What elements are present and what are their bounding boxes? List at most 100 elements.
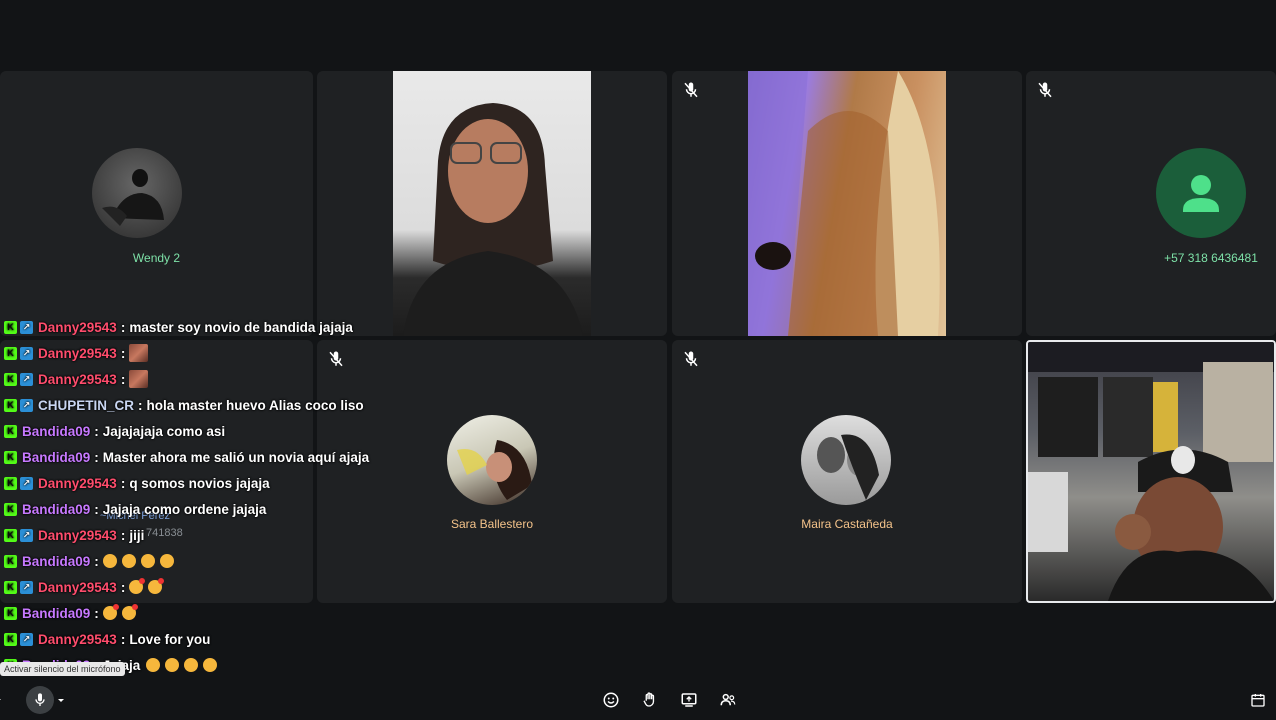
microphone-icon bbox=[35, 693, 45, 706]
person-silhouette-icon bbox=[102, 169, 164, 226]
raise-hand-button[interactable] bbox=[636, 686, 664, 714]
kick-badge-icon: K bbox=[4, 320, 17, 334]
participant-tile-video-2[interactable] bbox=[672, 71, 1022, 336]
kick-badge-icon: K bbox=[4, 424, 17, 438]
avatar-maira bbox=[801, 415, 891, 505]
chat-text: q somos novios jajaja bbox=[129, 475, 270, 491]
chevron-down-icon bbox=[0, 699, 1, 700]
mic-tooltip: Activar silencio del micrófono bbox=[0, 662, 125, 676]
chat-separator: : bbox=[94, 501, 99, 517]
chat-message: K Bandida09: Jajajajaja como asi bbox=[4, 418, 384, 444]
chat-username[interactable]: Bandida09 bbox=[22, 424, 90, 439]
chat-text: Love for you bbox=[129, 631, 211, 647]
kick-badge-icon: K bbox=[4, 606, 17, 620]
chat-message: K ↗ Danny29543: master soy novio de bandida… bbox=[4, 314, 384, 340]
participant-tile-wendy[interactable]: Wendy 2 bbox=[0, 71, 313, 336]
mic-off-icon bbox=[684, 351, 698, 367]
chat-username[interactable]: CHUPETIN_CR bbox=[38, 398, 134, 413]
chat-text: Jajajajaja como asi bbox=[102, 423, 226, 439]
boost-badge-icon: ↗ bbox=[20, 320, 33, 334]
present-screen-button[interactable] bbox=[675, 686, 703, 714]
laugh-emoji-icon bbox=[146, 658, 161, 672]
boost-badge-icon: ↗ bbox=[20, 346, 33, 360]
chat-username[interactable]: Danny29543 bbox=[38, 580, 117, 595]
chat-message: K ↗ Danny29543: q somos novios jajaja bbox=[4, 470, 384, 496]
chat-text: hola master huevo Alias coco liso bbox=[146, 397, 364, 413]
participant-tile-video-1[interactable] bbox=[317, 71, 667, 336]
chat-separator: : bbox=[94, 449, 99, 465]
chat-username[interactable]: Bandida09 bbox=[22, 554, 90, 569]
laugh-emoji-icon bbox=[165, 658, 180, 672]
avatar-wendy bbox=[92, 148, 182, 238]
kick-badge-icon: K bbox=[4, 580, 17, 594]
heart-emoji-icon bbox=[140, 554, 155, 568]
chat-separator: : bbox=[120, 345, 126, 361]
chat-message: K ↗ Danny29543: bbox=[4, 340, 384, 366]
chat-separator: : bbox=[94, 423, 99, 439]
boost-badge-icon: ↗ bbox=[20, 476, 33, 490]
chat-separator: : bbox=[120, 319, 126, 335]
kiss-emoji-icon bbox=[129, 578, 146, 594]
participants-button[interactable] bbox=[714, 686, 742, 714]
chat-separator: : bbox=[120, 371, 126, 387]
chat-separator: : bbox=[138, 397, 143, 413]
chat-message: K Bandida09: Jajaja como ordene jajaja bbox=[4, 496, 384, 522]
self-view-video[interactable] bbox=[1026, 340, 1276, 603]
kiss-emoji-icon bbox=[121, 604, 138, 620]
chat-sticker-image bbox=[129, 370, 149, 388]
calendar-icon bbox=[1251, 694, 1265, 707]
kick-badge-icon: K bbox=[4, 502, 17, 516]
mic-button[interactable] bbox=[26, 686, 54, 714]
chat-username[interactable]: Bandida09 bbox=[22, 450, 90, 465]
chat-username[interactable]: Danny29543 bbox=[38, 476, 117, 491]
kick-badge-icon: K bbox=[4, 632, 17, 646]
heart-emoji-icon bbox=[102, 554, 117, 568]
chat-text: Jajaja como ordene jajaja bbox=[102, 501, 267, 517]
chat-username[interactable]: Bandida09 bbox=[22, 502, 90, 517]
kick-badge-icon: K bbox=[4, 554, 17, 568]
participant-name-wendy: Wendy 2 bbox=[132, 251, 181, 265]
screen-share-icon bbox=[681, 693, 697, 707]
chat-username[interactable]: Bandida09 bbox=[22, 606, 90, 621]
laugh-emoji-icon bbox=[203, 658, 218, 672]
avatar-default bbox=[1156, 148, 1246, 238]
chat-username[interactable]: Danny29543 bbox=[38, 346, 117, 361]
avatar-sara bbox=[447, 415, 537, 505]
mic-off-icon bbox=[684, 82, 698, 98]
chat-username[interactable]: Danny29543 bbox=[38, 528, 117, 543]
smiley-icon bbox=[603, 692, 619, 708]
chat-username[interactable]: Danny29543 bbox=[38, 320, 117, 335]
more-options-left-button[interactable] bbox=[0, 686, 6, 714]
chat-text: master soy novio de bandida jajaja bbox=[129, 319, 353, 335]
chat-username[interactable]: Danny29543 bbox=[38, 372, 117, 387]
chat-separator: : bbox=[120, 527, 126, 543]
chat-separator: : bbox=[94, 605, 99, 621]
boost-badge-icon: ↗ bbox=[20, 398, 33, 412]
chat-sticker-image bbox=[129, 344, 149, 362]
chat-message: K Bandida09: bbox=[4, 548, 384, 574]
participant-name-maira: Maira Castañeda bbox=[801, 517, 893, 531]
calendar-button[interactable] bbox=[1244, 686, 1272, 714]
person-icon bbox=[1183, 175, 1219, 212]
reactions-button[interactable] bbox=[597, 686, 625, 714]
bottom-toolbar bbox=[0, 682, 1276, 720]
participant-tile-maira[interactable]: Maira Castañeda bbox=[672, 340, 1022, 603]
boost-badge-icon: ↗ bbox=[20, 580, 33, 594]
chat-message: K ↗ Danny29543: bbox=[4, 574, 384, 600]
kick-badge-icon: K bbox=[4, 476, 17, 490]
chat-username[interactable]: Danny29543 bbox=[38, 632, 117, 647]
participant-tile-phone[interactable]: +57 318 6436481 bbox=[1026, 71, 1276, 336]
chat-separator: : bbox=[120, 475, 126, 491]
mic-options-button[interactable] bbox=[54, 686, 68, 714]
kick-badge-icon: K bbox=[4, 528, 17, 542]
chat-message: K Bandida09: bbox=[4, 600, 384, 626]
mic-off-icon bbox=[1038, 82, 1052, 98]
kick-badge-icon: K bbox=[4, 398, 17, 412]
heart-emoji-icon bbox=[121, 554, 136, 568]
chat-text: Master ahora me salió un novia aquí ajaj… bbox=[102, 449, 370, 465]
chat-text: jiji bbox=[129, 527, 145, 543]
chat-message: K ↗ CHUPETIN_CR: hola master huevo Alias co… bbox=[4, 392, 384, 418]
chat-separator: : bbox=[94, 553, 99, 569]
chat-message: K ↗ Danny29543: bbox=[4, 366, 384, 392]
participant-video-dog bbox=[748, 71, 946, 336]
